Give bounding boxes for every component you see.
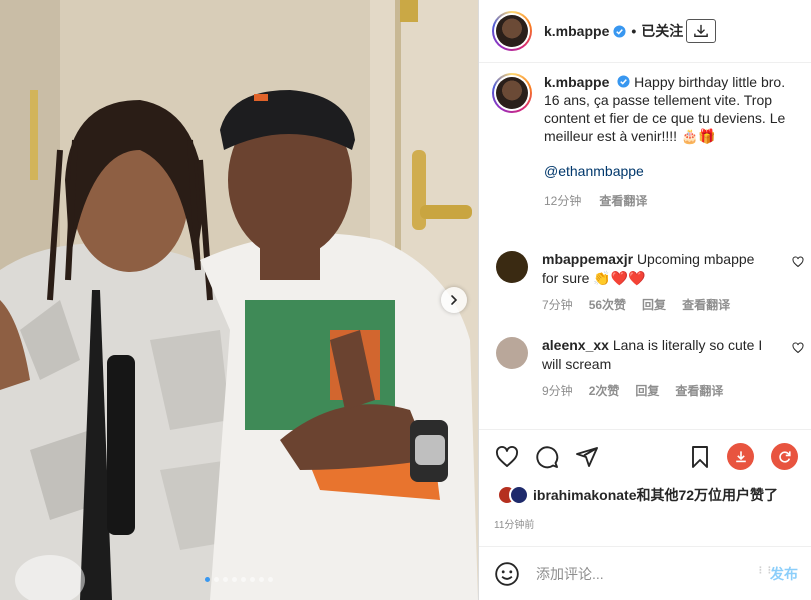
author-avatar[interactable]	[492, 11, 532, 51]
post-actions-bar	[479, 429, 811, 483]
carousel-dot	[250, 577, 255, 582]
comment-input[interactable]	[536, 565, 746, 582]
author-username[interactable]: k.mbappe	[544, 23, 609, 39]
save-button[interactable]	[687, 444, 713, 470]
comment-item: aleenx_xx Lana is literally so cute I wi…	[496, 336, 806, 401]
liker-avatar[interactable]	[509, 485, 529, 505]
comment-like-heart-icon[interactable]	[792, 342, 804, 354]
caption: k.mbappe Happy birthday little bro. 16 a…	[492, 73, 809, 210]
share-button[interactable]	[574, 444, 600, 470]
carousel-dot	[259, 577, 264, 582]
carousel-dot	[205, 577, 210, 582]
comment-likes[interactable]: 56次赞	[589, 296, 626, 315]
comments-scroll-area[interactable]: k.mbappe Happy birthday little bro. 16 a…	[479, 63, 811, 429]
repost-icon	[778, 450, 791, 463]
carousel-dot	[223, 577, 228, 582]
repost-button[interactable]	[771, 443, 798, 470]
header-separator: •	[631, 23, 637, 39]
resize-grip-icon: ⋮⋮	[756, 564, 774, 575]
likes-summary[interactable]: ibrahimakonate和其他72万位用户赞了	[497, 485, 778, 505]
comment-icon	[536, 445, 559, 468]
comment-translate-link[interactable]: 查看翻译	[675, 382, 723, 401]
download-icon	[694, 24, 709, 37]
comment-button[interactable]	[534, 444, 560, 470]
likes-text[interactable]: ibrahimakonate和其他72万位用户赞了	[533, 485, 778, 505]
comment-likes[interactable]: 2次赞	[589, 382, 620, 401]
comment-avatar[interactable]	[496, 337, 528, 369]
comment-item: mbappemaxjr Upcoming mbappe for sure 👏❤️…	[496, 250, 806, 315]
carousel-dot	[232, 577, 237, 582]
follow-button[interactable]: 已关注	[641, 21, 683, 41]
carousel-dot	[268, 577, 273, 582]
carousel-dots	[205, 577, 273, 582]
comment-reply-button[interactable]: 回复	[635, 382, 659, 401]
post-detail-pane: k.mbappe • 已关注 k.mbappe Happy birthday l…	[478, 0, 811, 600]
post-header: k.mbappe • 已关注	[479, 0, 811, 63]
post-photo[interactable]	[0, 0, 478, 600]
comment-reply-button[interactable]: 回复	[642, 296, 666, 315]
share-icon	[576, 446, 598, 467]
photo-scene	[0, 0, 478, 600]
caption-time[interactable]: 12分钟	[544, 192, 581, 210]
comment-avatar[interactable]	[496, 251, 528, 283]
verified-badge-icon	[613, 24, 626, 38]
post-comment-button[interactable]: ⋮⋮ 发布	[756, 564, 798, 584]
post-timestamp[interactable]: 11分钟前	[494, 516, 534, 531]
comment-like-heart-icon[interactable]	[792, 256, 804, 268]
download-button[interactable]	[686, 19, 717, 43]
carousel-next-button[interactable]	[441, 287, 467, 313]
carousel-dot	[214, 577, 219, 582]
caption-translate-link[interactable]: 查看翻译	[599, 192, 647, 210]
carousel-dot	[241, 577, 246, 582]
post-comment-label: 发布	[770, 565, 798, 582]
caption-username[interactable]: k.mbappe	[544, 74, 609, 90]
like-button[interactable]	[494, 444, 520, 470]
chevron-right-icon	[451, 295, 458, 305]
verified-badge-icon	[617, 75, 630, 88]
caption-avatar[interactable]	[492, 73, 532, 113]
comment-username[interactable]: mbappemaxjr	[542, 251, 633, 267]
comment-time[interactable]: 7分钟	[542, 296, 573, 315]
comment-translate-link[interactable]: 查看翻译	[682, 296, 730, 315]
comment-time[interactable]: 9分钟	[542, 382, 573, 401]
download-icon	[735, 450, 746, 462]
heart-icon	[496, 445, 518, 467]
add-comment-bar: ⋮⋮ 发布	[479, 546, 811, 600]
download-media-button[interactable]	[727, 443, 754, 470]
emoji-icon[interactable]	[494, 561, 520, 587]
bookmark-icon	[692, 445, 708, 468]
caption-mention-link[interactable]: @ethanmbappe	[544, 162, 809, 180]
comment-username[interactable]: aleenx_xx	[542, 337, 609, 353]
